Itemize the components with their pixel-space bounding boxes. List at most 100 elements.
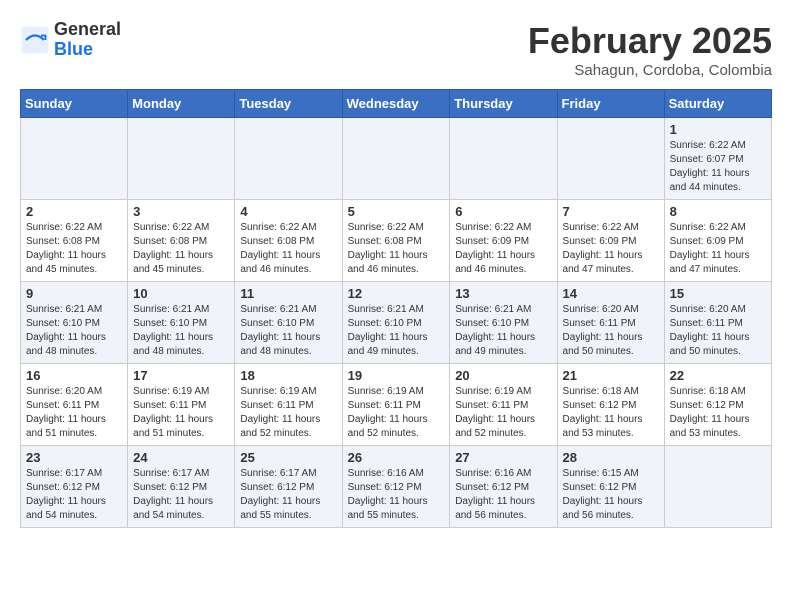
day-number: 10 — [133, 286, 229, 301]
day-info: Sunrise: 6:20 AM Sunset: 6:11 PM Dayligh… — [670, 303, 766, 359]
day-info: Sunrise: 6:19 AM Sunset: 6:11 PM Dayligh… — [455, 385, 551, 441]
calendar-cell: 16 Sunrise: 6:20 AM Sunset: 6:11 PM Dayli… — [21, 364, 128, 446]
day-info: Sunrise: 6:17 AM Sunset: 6:12 PM Dayligh… — [26, 467, 122, 523]
calendar-cell: 15 Sunrise: 6:20 AM Sunset: 6:11 PM Dayli… — [664, 282, 771, 364]
calendar-cell: 26 Sunrise: 6:16 AM Sunset: 6:12 PM Dayli… — [342, 446, 450, 528]
day-info: Sunrise: 6:17 AM Sunset: 6:12 PM Dayligh… — [240, 467, 336, 523]
day-number: 8 — [670, 204, 766, 219]
day-info: Sunrise: 6:15 AM Sunset: 6:12 PM Dayligh… — [563, 467, 659, 523]
calendar-week-row: 1Sunrise: 6:22 AM Sunset: 6:07 PM Daylig… — [21, 118, 772, 200]
calendar-cell: 21 Sunrise: 6:18 AM Sunset: 6:12 PM Dayli… — [557, 364, 664, 446]
logo-blue-text: Blue — [54, 40, 121, 60]
day-number: 16 — [26, 368, 122, 383]
day-number: 17 — [133, 368, 229, 383]
calendar-cell: 7 Sunrise: 6:22 AM Sunset: 6:09 PM Daylig… — [557, 200, 664, 282]
calendar-cell: 3 Sunrise: 6:22 AM Sunset: 6:08 PM Daylig… — [128, 200, 235, 282]
day-info: Sunrise: 6:22 AM Sunset: 6:09 PM Dayligh… — [455, 221, 551, 277]
calendar-cell: 19 Sunrise: 6:19 AM Sunset: 6:11 PM Dayli… — [342, 364, 450, 446]
logo: General Blue — [20, 20, 121, 60]
location: Sahagun, Cordoba, Colombia — [528, 62, 772, 79]
day-number: 6 — [455, 204, 551, 219]
calendar-cell — [21, 118, 128, 200]
day-info: Sunrise: 6:21 AM Sunset: 6:10 PM Dayligh… — [455, 303, 551, 359]
calendar-cell: 5Sunrise: 6:22 AM Sunset: 6:08 PM Daylig… — [342, 200, 450, 282]
calendar-cell: 18Sunrise: 6:19 AM Sunset: 6:11 PM Dayli… — [235, 364, 342, 446]
calendar-day-header: Saturday — [664, 90, 771, 118]
logo-icon — [20, 25, 50, 55]
calendar-cell — [128, 118, 235, 200]
day-info: Sunrise: 6:18 AM Sunset: 6:12 PM Dayligh… — [670, 385, 766, 441]
calendar-cell: 8Sunrise: 6:22 AM Sunset: 6:09 PM Daylig… — [664, 200, 771, 282]
calendar-cell: 24Sunrise: 6:17 AM Sunset: 6:12 PM Dayli… — [128, 446, 235, 528]
day-info: Sunrise: 6:22 AM Sunset: 6:08 PM Dayligh… — [26, 221, 122, 277]
title-block: February 2025 Sahagun, Cordoba, Colombia — [528, 20, 772, 79]
calendar-cell: 11 Sunrise: 6:21 AM Sunset: 6:10 PM Dayli… — [235, 282, 342, 364]
day-info: Sunrise: 6:18 AM Sunset: 6:12 PM Dayligh… — [563, 385, 659, 441]
day-number: 1 — [670, 122, 766, 137]
calendar-table: SundayMondayTuesdayWednesdayThursdayFrid… — [20, 89, 772, 528]
day-info: Sunrise: 6:16 AM Sunset: 6:12 PM Dayligh… — [455, 467, 551, 523]
day-info: Sunrise: 6:16 AM Sunset: 6:12 PM Dayligh… — [348, 467, 445, 523]
calendar-cell: 1Sunrise: 6:22 AM Sunset: 6:07 PM Daylig… — [664, 118, 771, 200]
calendar-cell: 23 Sunrise: 6:17 AM Sunset: 6:12 PM Dayli… — [21, 446, 128, 528]
calendar-week-row: 16 Sunrise: 6:20 AM Sunset: 6:11 PM Dayli… — [21, 364, 772, 446]
logo-text: General Blue — [54, 20, 121, 60]
day-number: 21 — [563, 368, 659, 383]
calendar-week-row: 9 Sunrise: 6:21 AM Sunset: 6:10 PM Daylig… — [21, 282, 772, 364]
calendar-day-header: Thursday — [450, 90, 557, 118]
day-number: 20 — [455, 368, 551, 383]
page-header: General Blue February 2025 Sahagun, Cord… — [20, 20, 772, 79]
day-number: 28 — [563, 450, 659, 465]
calendar-cell: 22 Sunrise: 6:18 AM Sunset: 6:12 PM Dayli… — [664, 364, 771, 446]
calendar-day-header: Wednesday — [342, 90, 450, 118]
day-number: 3 — [133, 204, 229, 219]
calendar-cell: 12Sunrise: 6:21 AM Sunset: 6:10 PM Dayli… — [342, 282, 450, 364]
calendar-cell: 28 Sunrise: 6:15 AM Sunset: 6:12 PM Dayli… — [557, 446, 664, 528]
calendar-cell: 4Sunrise: 6:22 AM Sunset: 6:08 PM Daylig… — [235, 200, 342, 282]
day-info: Sunrise: 6:22 AM Sunset: 6:08 PM Dayligh… — [240, 221, 336, 277]
month-title: February 2025 — [528, 20, 772, 62]
day-info: Sunrise: 6:22 AM Sunset: 6:09 PM Dayligh… — [563, 221, 659, 277]
calendar-cell — [557, 118, 664, 200]
day-number: 14 — [563, 286, 659, 301]
day-info: Sunrise: 6:17 AM Sunset: 6:12 PM Dayligh… — [133, 467, 229, 523]
day-info: Sunrise: 6:20 AM Sunset: 6:11 PM Dayligh… — [563, 303, 659, 359]
day-info: Sunrise: 6:21 AM Sunset: 6:10 PM Dayligh… — [26, 303, 122, 359]
day-number: 25 — [240, 450, 336, 465]
day-info: Sunrise: 6:22 AM Sunset: 6:08 PM Dayligh… — [133, 221, 229, 277]
day-number: 7 — [563, 204, 659, 219]
calendar-cell: 13Sunrise: 6:21 AM Sunset: 6:10 PM Dayli… — [450, 282, 557, 364]
calendar-cell — [450, 118, 557, 200]
calendar-week-row: 2 Sunrise: 6:22 AM Sunset: 6:08 PM Daylig… — [21, 200, 772, 282]
calendar-cell — [342, 118, 450, 200]
calendar-cell: 9 Sunrise: 6:21 AM Sunset: 6:10 PM Daylig… — [21, 282, 128, 364]
day-info: Sunrise: 6:20 AM Sunset: 6:11 PM Dayligh… — [26, 385, 122, 441]
calendar-cell: 20 Sunrise: 6:19 AM Sunset: 6:11 PM Dayli… — [450, 364, 557, 446]
day-number: 22 — [670, 368, 766, 383]
day-info: Sunrise: 6:21 AM Sunset: 6:10 PM Dayligh… — [133, 303, 229, 359]
day-number: 11 — [240, 286, 336, 301]
day-info: Sunrise: 6:21 AM Sunset: 6:10 PM Dayligh… — [240, 303, 336, 359]
calendar-day-header: Sunday — [21, 90, 128, 118]
day-info: Sunrise: 6:19 AM Sunset: 6:11 PM Dayligh… — [133, 385, 229, 441]
calendar-cell: 17 Sunrise: 6:19 AM Sunset: 6:11 PM Dayli… — [128, 364, 235, 446]
day-number: 15 — [670, 286, 766, 301]
day-number: 2 — [26, 204, 122, 219]
calendar-cell: 10 Sunrise: 6:21 AM Sunset: 6:10 PM Dayli… — [128, 282, 235, 364]
calendar-header-row: SundayMondayTuesdayWednesdayThursdayFrid… — [21, 90, 772, 118]
calendar-cell: 14 Sunrise: 6:20 AM Sunset: 6:11 PM Dayli… — [557, 282, 664, 364]
calendar-cell: 25 Sunrise: 6:17 AM Sunset: 6:12 PM Dayli… — [235, 446, 342, 528]
day-number: 27 — [455, 450, 551, 465]
day-info: Sunrise: 6:19 AM Sunset: 6:11 PM Dayligh… — [348, 385, 445, 441]
day-number: 23 — [26, 450, 122, 465]
calendar-day-header: Friday — [557, 90, 664, 118]
calendar-week-row: 23 Sunrise: 6:17 AM Sunset: 6:12 PM Dayli… — [21, 446, 772, 528]
day-number: 18 — [240, 368, 336, 383]
day-number: 9 — [26, 286, 122, 301]
logo-general-text: General — [54, 20, 121, 40]
day-number: 19 — [348, 368, 445, 383]
calendar-day-header: Tuesday — [235, 90, 342, 118]
calendar-cell: 2 Sunrise: 6:22 AM Sunset: 6:08 PM Daylig… — [21, 200, 128, 282]
day-number: 26 — [348, 450, 445, 465]
day-info: Sunrise: 6:21 AM Sunset: 6:10 PM Dayligh… — [348, 303, 445, 359]
